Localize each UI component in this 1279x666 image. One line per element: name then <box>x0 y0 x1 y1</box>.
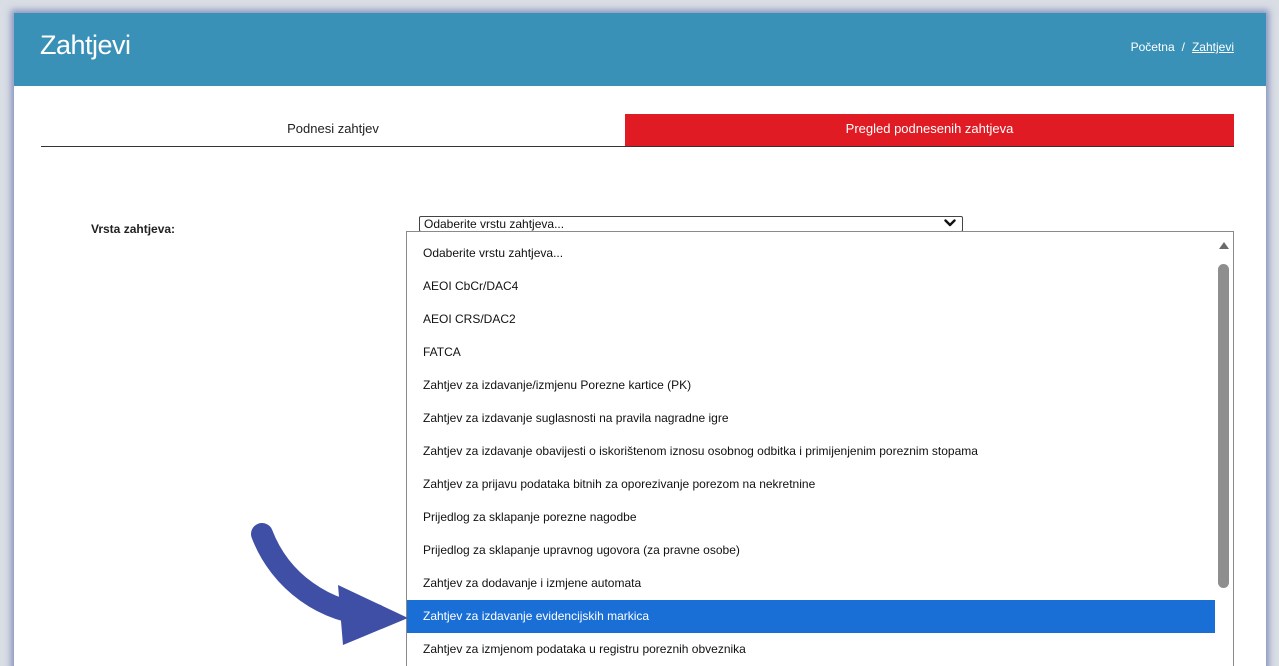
breadcrumb-home-link[interactable]: Početna <box>1131 40 1175 54</box>
option-osobni-odbitak[interactable]: Zahtjev za izdavanje obavijesti o iskori… <box>407 435 1215 468</box>
request-type-select[interactable]: Odaberite vrstu zahtjeva... <box>419 216 963 232</box>
scrollbar-thumb[interactable] <box>1218 264 1229 588</box>
option-porez-nekretnine[interactable]: Zahtjev za prijavu podataka bitnih za op… <box>407 468 1215 501</box>
breadcrumb: Početna / Zahtjevi <box>1131 40 1234 54</box>
tab-bar: Podnesi zahtjev Pregled podnesenih zahtj… <box>41 114 1234 147</box>
option-fatca[interactable]: FATCA <box>407 336 1215 369</box>
option-aeoi-crs[interactable]: AEOI CRS/DAC2 <box>407 303 1215 336</box>
option-upravni-ugovor[interactable]: Prijedlog za sklapanje upravnog ugovora … <box>407 534 1215 567</box>
request-type-label: Vrsta zahtjeva: <box>91 222 176 236</box>
tab-review-requests[interactable]: Pregled podnesenih zahtjeva <box>625 114 1234 146</box>
app-window: Zahtjevi Početna / Zahtjevi Podnesi zahtje… <box>14 13 1266 666</box>
scroll-up-icon[interactable] <box>1219 242 1229 249</box>
option-evidencijske-markice[interactable]: Zahtjev za izdavanje evidencijskih marki… <box>407 600 1215 633</box>
page-title: Zahtjevi <box>40 30 131 60</box>
dropdown-scrollbar[interactable] <box>1215 232 1233 666</box>
option-registar-obveznika[interactable]: Zahtjev za izmjenom podataka u registru … <box>407 633 1215 666</box>
option-placeholder[interactable]: Odaberite vrstu zahtjeva... <box>407 237 1215 270</box>
option-nagradne-igre[interactable]: Zahtjev za izdavanje suglasnosti na prav… <box>407 402 1215 435</box>
option-porezna-nagodba[interactable]: Prijedlog za sklapanje porezne nagodbe <box>407 501 1215 534</box>
tab-submit-request[interactable]: Podnesi zahtjev <box>41 114 625 146</box>
select-value: Odaberite vrstu zahtjeva... <box>424 217 565 231</box>
breadcrumb-separator: / <box>1181 40 1185 54</box>
option-automati[interactable]: Zahtjev za dodavanje i izmjene automata <box>407 567 1215 600</box>
page-header: Zahtjevi Početna / Zahtjevi <box>14 13 1266 86</box>
option-porezna-kartica[interactable]: Zahtjev za izdavanje/izmjenu Porezne kar… <box>407 369 1215 402</box>
chevron-down-icon <box>944 219 956 227</box>
option-aeoi-cbcr[interactable]: AEOI CbCr/DAC4 <box>407 270 1215 303</box>
breadcrumb-current-link[interactable]: Zahtjevi <box>1192 40 1234 54</box>
request-type-dropdown-list: Odaberite vrstu zahtjeva... AEOI CbCr/DA… <box>406 231 1234 666</box>
arrow-pointer-icon <box>251 523 408 645</box>
